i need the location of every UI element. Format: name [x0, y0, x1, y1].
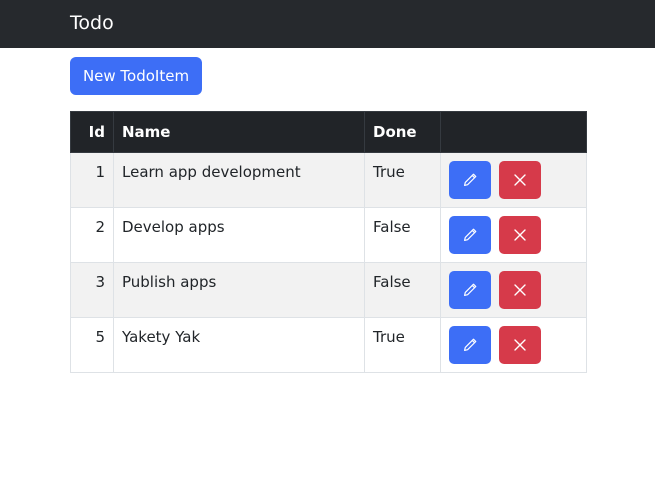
cell-name: Develop apps: [113, 207, 365, 263]
cell-actions: [440, 152, 587, 208]
table-header-row: Id Name Done: [70, 111, 587, 153]
table-row: 2 Develop apps False: [70, 207, 587, 263]
table-row: 3 Publish apps False: [70, 262, 587, 318]
column-header-id: Id: [70, 111, 114, 153]
cell-id: 1: [70, 152, 114, 208]
table-row: 5 Yakety Yak True: [70, 317, 587, 373]
x-icon: [514, 174, 526, 186]
table-row: 1 Learn app development True: [70, 152, 587, 208]
edit-button[interactable]: [449, 216, 491, 254]
pencil-icon: [464, 338, 477, 351]
cell-id: 5: [70, 317, 114, 373]
x-icon: [514, 284, 526, 296]
cell-done: False: [364, 207, 441, 263]
delete-button[interactable]: [499, 326, 541, 364]
navbar-brand[interactable]: Todo: [70, 11, 114, 35]
edit-button[interactable]: [449, 161, 491, 199]
navbar: Todo: [0, 0, 655, 48]
pencil-icon: [464, 228, 477, 241]
cell-done: False: [364, 262, 441, 318]
delete-button[interactable]: [499, 216, 541, 254]
cell-id: 2: [70, 207, 114, 263]
edit-button[interactable]: [449, 271, 491, 309]
x-icon: [514, 229, 526, 241]
todo-table: Id Name Done 1 Learn app development Tru…: [70, 111, 587, 373]
column-header-done: Done: [364, 111, 441, 153]
column-header-name: Name: [113, 111, 365, 153]
cell-actions: [440, 262, 587, 318]
delete-button[interactable]: [499, 161, 541, 199]
cell-actions: [440, 207, 587, 263]
delete-button[interactable]: [499, 271, 541, 309]
cell-name: Publish apps: [113, 262, 365, 318]
pencil-icon: [464, 173, 477, 186]
cell-actions: [440, 317, 587, 373]
new-todoitem-button[interactable]: New TodoItem: [70, 57, 202, 95]
cell-done: True: [364, 317, 441, 373]
cell-done: True: [364, 152, 441, 208]
pencil-icon: [464, 283, 477, 296]
cell-name: Yakety Yak: [113, 317, 365, 373]
edit-button[interactable]: [449, 326, 491, 364]
cell-id: 3: [70, 262, 114, 318]
column-header-actions: [440, 111, 587, 153]
x-icon: [514, 339, 526, 351]
cell-name: Learn app development: [113, 152, 365, 208]
